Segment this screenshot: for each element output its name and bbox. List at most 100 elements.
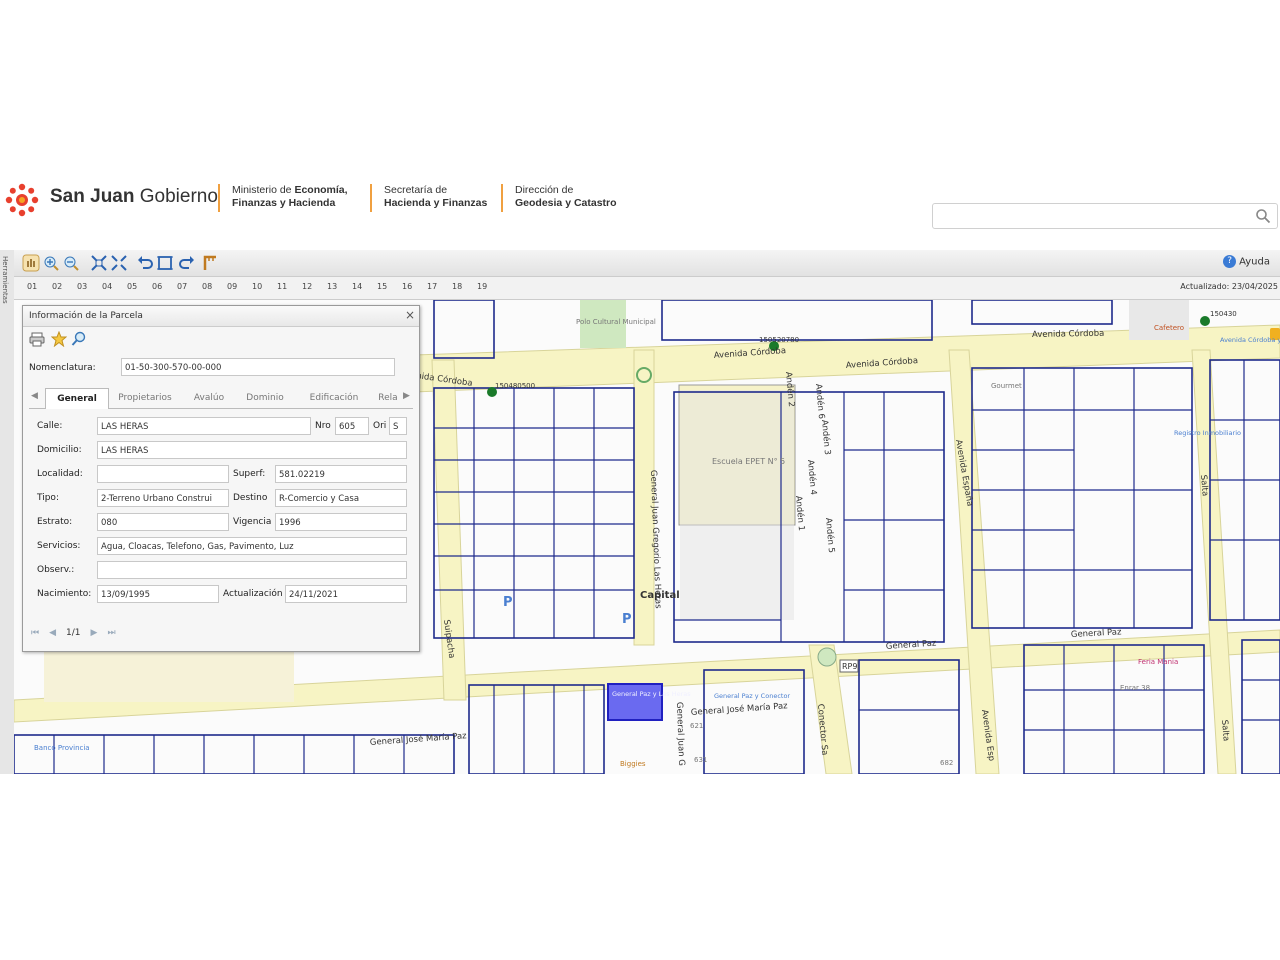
- zoom-level[interactable]: 13: [327, 282, 337, 291]
- nro-field[interactable]: 605: [335, 417, 369, 435]
- street-label: Salta: [1198, 474, 1210, 496]
- street-label: General José María Paz: [369, 730, 467, 748]
- roundabout: [817, 647, 837, 667]
- full-extent-icon[interactable]: [110, 254, 128, 272]
- superf-field[interactable]: 581.02219: [275, 465, 407, 483]
- estrato-field[interactable]: 080: [97, 513, 229, 531]
- redo-icon[interactable]: [178, 254, 196, 272]
- ministry-label: Ministerio de Economía, Finanzas y Hacien…: [232, 184, 348, 209]
- road-salta: [1191, 349, 1237, 774]
- tipo-field[interactable]: 2-Terreno Urbano Construi: [97, 489, 229, 507]
- tab-dominio[interactable]: Dominio: [237, 388, 293, 408]
- zoom-level[interactable]: 04: [102, 282, 112, 291]
- ori-label: Ori: [373, 421, 387, 431]
- zoom-in-icon[interactable]: [42, 254, 60, 272]
- zoom-level[interactable]: 02: [52, 282, 62, 291]
- zoom-level[interactable]: 10: [252, 282, 262, 291]
- zoom-level-bar: 01 02 03 04 05 06 07 08 09 10 11 12 13 1…: [14, 277, 1280, 300]
- tab-propietarios[interactable]: Propietarios: [109, 388, 181, 408]
- tab-avaluo[interactable]: Avalúo: [185, 388, 233, 408]
- domicilio-field[interactable]: LAS HERAS: [97, 441, 407, 459]
- estrato-label: Estrato:: [37, 517, 73, 527]
- zoom-level[interactable]: 15: [377, 282, 387, 291]
- measure-icon[interactable]: [202, 254, 220, 272]
- zoom-level[interactable]: 05: [127, 282, 137, 291]
- zoom-extent-icon[interactable]: [90, 254, 108, 272]
- zoom-level[interactable]: 17: [427, 282, 437, 291]
- localidad-label: Localidad:: [37, 469, 83, 479]
- tab-general[interactable]: General: [45, 388, 109, 409]
- zoom-level[interactable]: 08: [202, 282, 212, 291]
- zoom-level[interactable]: 01: [27, 282, 37, 291]
- zoom-level[interactable]: 07: [177, 282, 187, 291]
- vigencia-field[interactable]: 1996: [275, 513, 407, 531]
- star-icon[interactable]: [51, 331, 67, 347]
- record-pager: ⏮ ◀ 1/1 ▶ ⏭: [31, 628, 126, 638]
- magnifier-icon[interactable]: [71, 331, 87, 347]
- calle-label: Calle:: [37, 421, 63, 431]
- point-code-label: 150430: [1210, 310, 1237, 318]
- parcel-info-panel[interactable]: Información de la Parcela × Nomenclatura…: [22, 305, 420, 652]
- direccion-label: Dirección de Geodesia y Catastro: [515, 184, 617, 209]
- zoom-out-icon[interactable]: [62, 254, 80, 272]
- search-icon[interactable]: [1255, 208, 1271, 224]
- actualizacion-field[interactable]: 24/11/2021: [285, 585, 407, 603]
- poi-label: Gourmet: [991, 382, 1022, 390]
- panel-tabs: ◀ General Propietarios Avalúo Dominio Ed…: [29, 386, 413, 409]
- zoom-level[interactable]: 09: [227, 282, 237, 291]
- undo-icon[interactable]: [136, 254, 154, 272]
- zoom-level[interactable]: 14: [352, 282, 362, 291]
- poi-label: Cafetero: [1154, 324, 1184, 332]
- parking-icon: P: [503, 595, 513, 610]
- panel-title-bar[interactable]: Información de la Parcela ×: [23, 306, 419, 327]
- nacimiento-field[interactable]: 13/09/1995: [97, 585, 219, 603]
- zoom-level[interactable]: 18: [452, 282, 462, 291]
- prev-page-icon[interactable]: ◀: [49, 628, 56, 638]
- calle-field[interactable]: LAS HERAS: [97, 417, 311, 435]
- stop-label: General Paz y Conector: [714, 692, 790, 700]
- search-input[interactable]: [932, 203, 1278, 229]
- poi-label: Biggies: [620, 760, 646, 768]
- close-icon[interactable]: ×: [405, 309, 415, 321]
- parking-icon: P: [622, 612, 632, 627]
- point-code-label: 150520780: [759, 336, 799, 344]
- parcel-number: 682: [940, 759, 953, 767]
- help-icon[interactable]: ?: [1223, 255, 1237, 268]
- point-code-label: 150480500: [495, 382, 535, 390]
- help-button[interactable]: ? Ayuda: [1223, 255, 1270, 268]
- zoom-level[interactable]: 16: [402, 282, 412, 291]
- parcel-number: 631: [694, 756, 707, 764]
- select-box-icon[interactable]: [156, 254, 174, 272]
- panel-title: Información de la Parcela: [29, 311, 143, 321]
- ori-field[interactable]: S: [389, 417, 407, 435]
- zoom-level[interactable]: 03: [77, 282, 87, 291]
- next-page-icon[interactable]: ▶: [91, 628, 98, 638]
- tipo-label: Tipo:: [37, 493, 59, 503]
- zoom-level[interactable]: 12: [302, 282, 312, 291]
- nomenclatura-field[interactable]: 01-50-300-570-00-000: [121, 358, 395, 376]
- printer-icon[interactable]: [29, 331, 45, 347]
- stop-label: Avenida Córdoba y Salta: [1220, 336, 1280, 344]
- zoom-level[interactable]: 11: [277, 282, 287, 291]
- pan-hand-icon[interactable]: [22, 254, 40, 272]
- first-page-icon[interactable]: ⏮: [31, 628, 39, 638]
- observ-field[interactable]: [97, 561, 407, 579]
- observ-label: Observ.:: [37, 565, 75, 575]
- street-label: Salta: [1219, 719, 1231, 741]
- destino-label: Destino: [233, 493, 268, 503]
- last-page-icon[interactable]: ⏭: [107, 628, 115, 638]
- destino-field[interactable]: R-Comercio y Casa: [275, 489, 407, 507]
- zoom-level[interactable]: 06: [152, 282, 162, 291]
- tab-edificacion[interactable]: Edificación: [297, 388, 371, 408]
- tab-rela[interactable]: Rela: [375, 388, 401, 408]
- street-label: Andén 5: [823, 517, 837, 553]
- localidad-field[interactable]: [97, 465, 229, 483]
- street-label: General José María Paz: [690, 700, 788, 718]
- zoom-level[interactable]: 19: [477, 282, 487, 291]
- map-toolbar: ? Ayuda: [14, 250, 1280, 277]
- street-label: Andén 6: [813, 383, 827, 419]
- side-tools-strip[interactable]: Herramientas: [0, 250, 15, 774]
- tab-scroll-right-icon[interactable]: ▶: [403, 391, 410, 401]
- tab-scroll-left-icon[interactable]: ◀: [31, 391, 38, 401]
- servicios-field[interactable]: Agua, Cloacas, Telefono, Gas, Pavimento,…: [97, 537, 407, 555]
